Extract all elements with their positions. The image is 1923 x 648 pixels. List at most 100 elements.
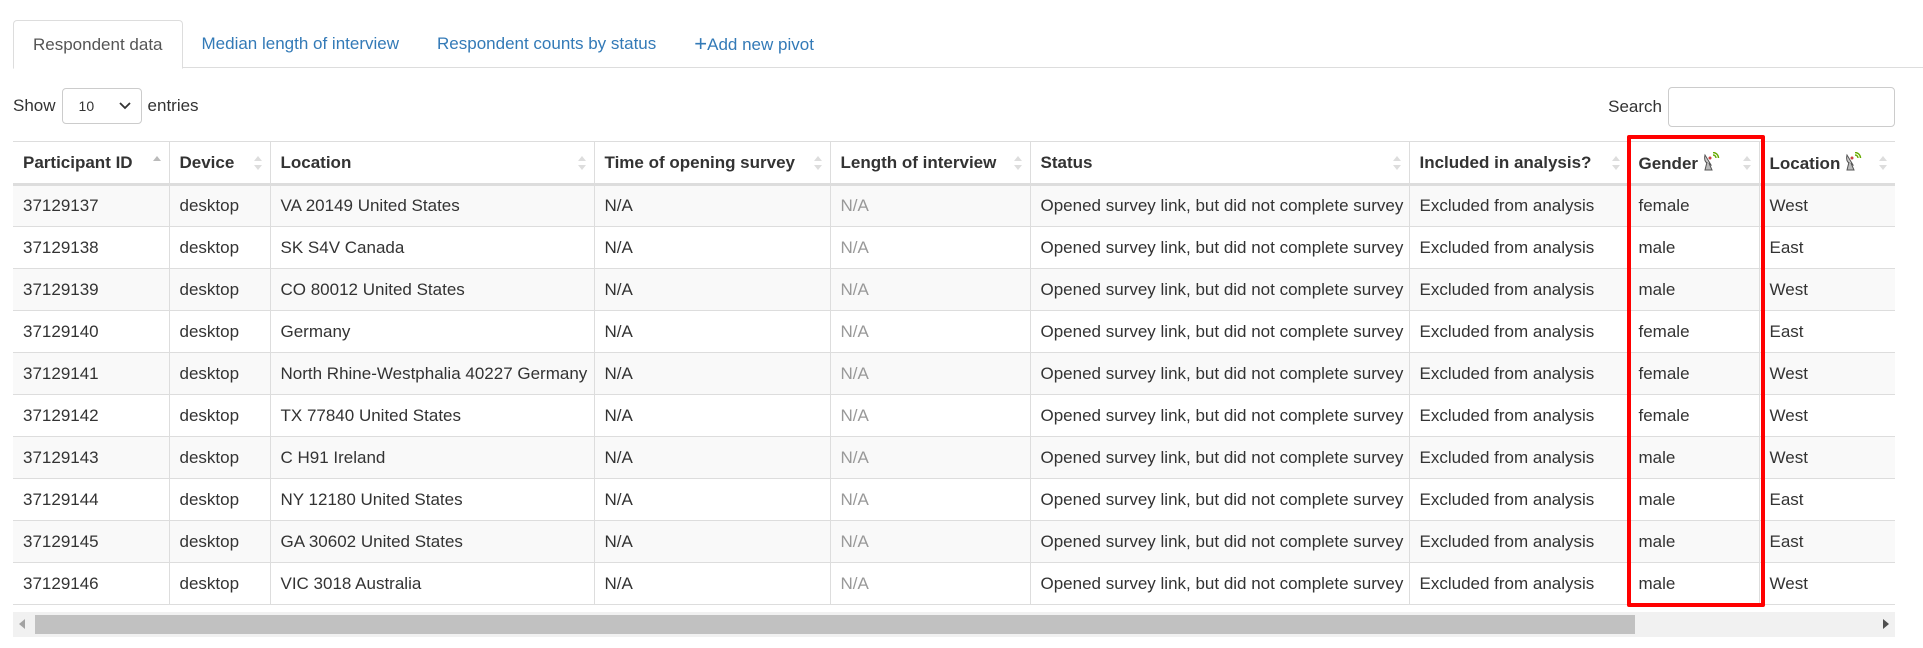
- table-row[interactable]: 37129146 desktop VIC 3018 Australia N/A N/A O…: [13, 562, 1895, 605]
- table-cell: NY 12180 United States: [269, 478, 594, 521]
- column-header-label: Location: [280, 152, 352, 172]
- table-cell: desktop: [168, 520, 270, 563]
- column-header[interactable]: Status: [1029, 141, 1409, 186]
- table-cell: male: [1627, 520, 1759, 563]
- table-cell: Opened survey link, but did not complete…: [1029, 352, 1409, 395]
- table-cell: Opened survey link, but did not complete…: [1029, 478, 1409, 521]
- table-cell: N/A: [829, 520, 1030, 563]
- horizontal-scrollbar[interactable]: [13, 612, 1895, 637]
- column-header-label: Time of opening survey: [604, 152, 796, 172]
- table-cell: West: [1758, 562, 1895, 605]
- table-cell: Opened survey link, but did not complete…: [1029, 184, 1409, 227]
- chevron-down-icon: [118, 102, 131, 110]
- table-row[interactable]: 37129137 desktop VA 20149 United States N/A…: [13, 184, 1895, 227]
- table-cell: N/A: [829, 268, 1030, 311]
- table-row[interactable]: 37129139 desktop CO 80012 United States N/A…: [13, 268, 1895, 311]
- column-header-label: Length of interview: [840, 152, 997, 172]
- table-cell: N/A: [593, 478, 830, 521]
- table-row[interactable]: 37129144 desktop NY 12180 United States N/A…: [13, 478, 1895, 521]
- tab-respondent-data[interactable]: Respondent data: [13, 20, 183, 69]
- table-cell: Germany: [269, 310, 594, 353]
- table-cell: desktop: [168, 268, 270, 311]
- table-cell: Opened survey link, but did not complete…: [1029, 226, 1409, 269]
- table-cell: 37129140: [13, 310, 169, 353]
- entries-value: 10: [78, 98, 95, 114]
- table-cell: Excluded from analysis: [1408, 268, 1628, 311]
- tab-respondent-counts[interactable]: Respondent counts by status: [418, 20, 675, 68]
- table-row[interactable]: 37129142 desktop TX 77840 United States N/A…: [13, 394, 1895, 437]
- table-cell: West: [1758, 184, 1895, 227]
- tab-bar: Respondent data Median length of intervi…: [13, 20, 1923, 69]
- entries-select[interactable]: 10: [61, 88, 142, 124]
- table-cell: VIC 3018 Australia: [269, 562, 594, 605]
- table-cell: Opened survey link, but did not complete…: [1029, 310, 1409, 353]
- table-cell: N/A: [829, 562, 1030, 605]
- table-cell: N/A: [593, 226, 830, 269]
- table-cell: Excluded from analysis: [1408, 436, 1628, 479]
- table-cell: N/A: [593, 520, 830, 563]
- table-cell: Excluded from analysis: [1408, 310, 1628, 353]
- table-cell: Excluded from analysis: [1408, 184, 1628, 227]
- column-header[interactable]: Location: [269, 141, 594, 186]
- table-cell: female: [1627, 394, 1759, 437]
- table-cell: male: [1627, 478, 1759, 521]
- table-cell: N/A: [593, 562, 830, 605]
- tab-median-length[interactable]: Median length of interview: [183, 20, 419, 68]
- table-cell: Opened survey link, but did not complete…: [1029, 436, 1409, 479]
- scrollbar-thumb[interactable]: [35, 615, 1635, 634]
- search-control: Search: [1608, 87, 1895, 127]
- scroll-left-icon[interactable]: [19, 619, 25, 629]
- table-cell: East: [1758, 310, 1895, 353]
- search-input[interactable]: [1668, 87, 1895, 127]
- table-row[interactable]: 37129138 desktop SK S4V Canada N/A N/A Opened…: [13, 226, 1895, 269]
- column-header[interactable]: Participant ID: [13, 141, 169, 186]
- satellite-dish-icon: [1704, 151, 1720, 170]
- table-cell: Opened survey link, but did not complete…: [1029, 268, 1409, 311]
- table-cell: West: [1758, 268, 1895, 311]
- sort-icon: [1392, 156, 1401, 170]
- scroll-right-icon[interactable]: [1883, 619, 1889, 629]
- table-row[interactable]: 37129140 desktop Germany N/A N/A Opened surve…: [13, 310, 1895, 353]
- column-header[interactable]: Included in analysis?: [1408, 141, 1628, 186]
- length-control: Show 10 entries: [13, 88, 199, 124]
- table-cell: 37129144: [13, 478, 169, 521]
- column-header[interactable]: Length of interview: [829, 141, 1030, 186]
- table-row[interactable]: 37129143 desktop C H91 Ireland N/A N/A Opened…: [13, 436, 1895, 479]
- table-cell: 37129143: [13, 436, 169, 479]
- table-cell: Opened survey link, but did not complete…: [1029, 562, 1409, 605]
- table-cell: 37129145: [13, 520, 169, 563]
- column-header-label: Included in analysis?: [1419, 152, 1592, 172]
- table-cell: female: [1627, 352, 1759, 395]
- table-cell: Excluded from analysis: [1408, 226, 1628, 269]
- add-pivot-label: Add new pivot: [707, 35, 814, 54]
- table-cell: East: [1758, 478, 1895, 521]
- table-cell: N/A: [829, 436, 1030, 479]
- table-cell: N/A: [593, 352, 830, 395]
- sort-icon: [1013, 156, 1022, 170]
- column-header[interactable]: Time of opening survey: [593, 141, 830, 186]
- table-cell: C H91 Ireland: [269, 436, 594, 479]
- tab-add-new-pivot[interactable]: +Add new pivot: [675, 20, 833, 68]
- table-cell: West: [1758, 352, 1895, 395]
- table-cell: N/A: [829, 226, 1030, 269]
- sort-icon: [253, 156, 262, 170]
- column-header[interactable]: Device: [168, 141, 270, 186]
- table-cell: desktop: [168, 226, 270, 269]
- column-header[interactable]: Location: [1758, 141, 1895, 186]
- table-cell: 37129142: [13, 394, 169, 437]
- table-cell: 37129138: [13, 226, 169, 269]
- table-cell: TX 77840 United States: [269, 394, 594, 437]
- column-header-label: Status: [1040, 152, 1093, 172]
- table-cell: N/A: [593, 310, 830, 353]
- table-cell: N/A: [829, 310, 1030, 353]
- column-header[interactable]: Gender: [1627, 141, 1759, 186]
- table-cell: 37129141: [13, 352, 169, 395]
- column-header-label: Participant ID: [23, 152, 133, 172]
- table-row[interactable]: 37129145 desktop GA 30602 United States N/A…: [13, 520, 1895, 563]
- table-row[interactable]: 37129141 desktop North Rhine-Westphalia 40…: [13, 352, 1895, 395]
- column-header-label: Device: [179, 152, 235, 172]
- table-cell: N/A: [593, 268, 830, 311]
- plus-icon: +: [694, 31, 708, 56]
- satellite-dish-icon: [1846, 151, 1862, 170]
- sort-icon: [1611, 156, 1620, 170]
